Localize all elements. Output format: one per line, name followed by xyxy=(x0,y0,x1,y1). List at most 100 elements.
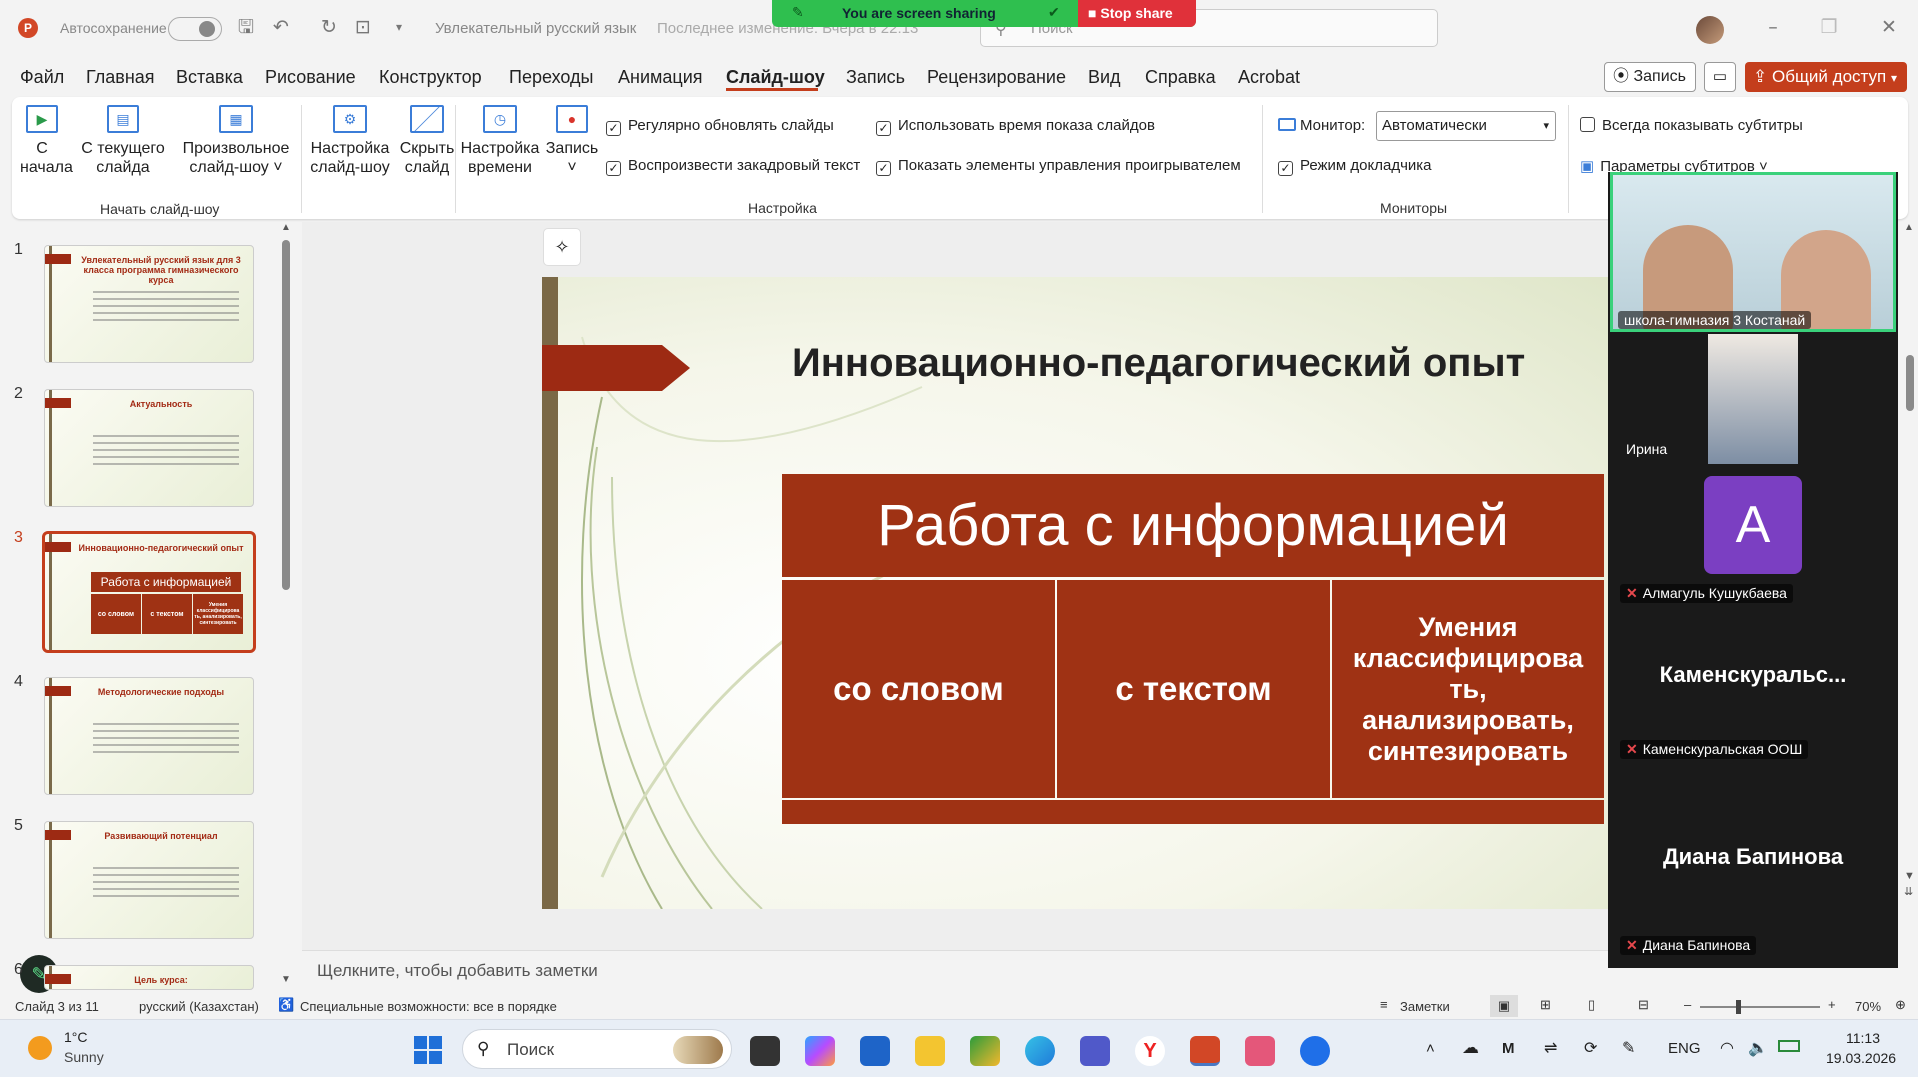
monitor-select[interactable]: Автоматически ▾ xyxy=(1376,111,1556,141)
clock-time[interactable]: 11:13 xyxy=(1846,1030,1880,1046)
user-avatar[interactable] xyxy=(1696,16,1724,44)
zoom-icon[interactable] xyxy=(1300,1036,1330,1066)
tray-app-icon[interactable]: M xyxy=(1502,1040,1515,1057)
normal-view-icon[interactable]: ▣ xyxy=(1490,995,1518,1017)
customize-icon[interactable]: ▾ xyxy=(388,16,410,38)
menu-1[interactable]: Главная xyxy=(86,67,155,88)
next-slide-icon[interactable]: ▼ xyxy=(1904,870,1915,882)
teams-icon[interactable] xyxy=(1080,1036,1110,1066)
notes-pane[interactable]: Щелкните, чтобы добавить заметки xyxy=(302,950,1608,992)
slide-thumbnail[interactable]: Увлекательный русский язык для 3 класса … xyxy=(44,245,254,363)
reading-view-icon[interactable]: ▯ xyxy=(1588,997,1595,1013)
file-explorer-icon[interactable] xyxy=(915,1036,945,1066)
menu-7[interactable]: Слайд-шоу xyxy=(726,67,825,88)
participant-tile-2[interactable]: Ирина xyxy=(1608,334,1898,464)
menu-5[interactable]: Переходы xyxy=(509,67,593,88)
slide-sorter-icon[interactable]: ⊞ xyxy=(1540,997,1551,1013)
menu-10[interactable]: Вид xyxy=(1088,67,1121,88)
edge-icon[interactable] xyxy=(1025,1036,1055,1066)
from-current-button[interactable]: ▤ С текущего слайда xyxy=(80,105,166,177)
taskbar-search[interactable]: ⚲ Поиск xyxy=(462,1029,732,1069)
pen-icon[interactable]: ✎ xyxy=(1622,1038,1635,1058)
present-icon[interactable]: ⊡ xyxy=(352,16,374,38)
zoom-in-icon[interactable]: + xyxy=(1828,997,1836,1012)
scroll-up-icon[interactable]: ▲ xyxy=(1904,222,1914,233)
minimize-icon[interactable]: – xyxy=(1762,16,1784,38)
fit-slide-icon[interactable]: ⊕ xyxy=(1895,997,1906,1013)
thumbnail-scrollbar[interactable] xyxy=(282,240,290,590)
snipping-tool-icon[interactable] xyxy=(1245,1036,1275,1066)
presenter-view-checkbox[interactable]: ✓ Режим докладчика xyxy=(1278,157,1432,176)
slide-thumbnail[interactable]: Актуальность xyxy=(44,389,254,507)
use-timings-checkbox[interactable]: ✓ Использовать время показа слайдов xyxy=(876,117,1155,136)
copilot-icon[interactable] xyxy=(805,1036,835,1066)
input-language[interactable]: ENG xyxy=(1668,1040,1701,1057)
maximize-icon[interactable]: ❐ xyxy=(1818,16,1840,38)
menu-3[interactable]: Рисование xyxy=(265,67,356,88)
stop-share-button[interactable]: ■ Stop share xyxy=(1078,0,1196,27)
wifi-icon[interactable]: ◠ xyxy=(1720,1038,1734,1058)
menu-6[interactable]: Анимация xyxy=(618,67,703,88)
battery-icon[interactable] xyxy=(1778,1040,1800,1052)
close-icon[interactable]: ✕ xyxy=(1878,16,1900,38)
custom-show-button[interactable]: ▦ Произвольное слайд-шоу ˅ xyxy=(180,105,292,177)
slide-thumbnail[interactable]: Инновационно-педагогический опыт Работа с… xyxy=(42,531,256,653)
menu-9[interactable]: Рецензирование xyxy=(927,67,1066,88)
zoom-slider[interactable] xyxy=(1700,1000,1820,1014)
slide-thumbnail[interactable]: Цель курса: xyxy=(44,965,254,990)
menu-2[interactable]: Вставка xyxy=(176,67,243,88)
setup-show-button[interactable]: ⚙ Настройка слайд-шоу xyxy=(308,105,392,177)
slide[interactable]: Инновационно-педагогический опыт Работа … xyxy=(542,277,1608,909)
hide-slide-button[interactable]: Скрыть слайд xyxy=(396,105,458,177)
redo-icon[interactable]: ↻ xyxy=(318,16,340,38)
participant-tile-4[interactable]: Каменскуральс... ✕ Каменскуральская ООШ xyxy=(1608,620,1898,778)
yandex-browser-icon[interactable]: Y xyxy=(1135,1036,1165,1066)
volume-icon[interactable]: 🔈 xyxy=(1748,1038,1768,1058)
weather-condition[interactable]: Sunny xyxy=(64,1049,104,1065)
chevron-up-icon[interactable]: ˄ xyxy=(1426,1040,1435,1057)
slide-col-1[interactable]: со словом xyxy=(782,580,1055,798)
participant-tile-5[interactable]: Диана Бапинова ✕ Диана Бапинова xyxy=(1608,778,1898,968)
from-start-button[interactable]: ▶ С начала xyxy=(20,105,73,177)
participant-tile-1[interactable]: школа-гимназия 3 Костанай xyxy=(1610,172,1896,332)
weather-temp[interactable]: 1°C xyxy=(64,1029,88,1045)
slide-thumbnail[interactable]: Развивающий потенциал xyxy=(44,821,254,939)
zoom-out-icon[interactable]: – xyxy=(1684,997,1691,1012)
menu-4[interactable]: Конструктор xyxy=(379,67,482,88)
slide-title[interactable]: Инновационно-педагогический опыт xyxy=(792,341,1525,386)
onedrive-icon[interactable]: ☁ xyxy=(1462,1038,1479,1058)
record-button[interactable]: ⦿ Запись xyxy=(1604,62,1696,92)
slide-col-2[interactable]: с текстом xyxy=(1057,580,1330,798)
save-icon[interactable]: 🖫 xyxy=(235,16,257,38)
slide-banner[interactable]: Работа с информацией xyxy=(782,474,1604,577)
microsoft-store-icon[interactable] xyxy=(860,1036,890,1066)
menu-12[interactable]: Acrobat xyxy=(1238,67,1300,88)
menu-0[interactable]: Файл xyxy=(20,67,64,88)
rehearse-timings-button[interactable]: ◷ Настройка времени xyxy=(460,105,540,177)
menu-8[interactable]: Запись xyxy=(846,67,905,88)
designer-button[interactable]: ✧ xyxy=(543,228,581,266)
start-button[interactable] xyxy=(414,1036,442,1064)
scroll-down-icon[interactable]: ▼ xyxy=(281,974,291,985)
zoom-level[interactable]: 70% xyxy=(1855,999,1881,1014)
powerpoint-taskbar-icon[interactable] xyxy=(1190,1036,1220,1066)
autosave-toggle[interactable] xyxy=(168,17,222,41)
scroll-up-icon[interactable]: ▲ xyxy=(281,222,291,233)
clock-date[interactable]: 19.03.2026 xyxy=(1826,1050,1896,1066)
maps-icon[interactable] xyxy=(970,1036,1000,1066)
notes-toggle[interactable]: Заметки xyxy=(1400,999,1450,1014)
slideshow-view-icon[interactable]: ⊟ xyxy=(1638,997,1649,1013)
participant-tile-3[interactable]: А ✕ Алмагуль Кушукбаева xyxy=(1608,464,1898,620)
accessibility-status[interactable]: Специальные возможности: все в порядке xyxy=(300,999,557,1014)
media-controls-checkbox[interactable]: ✓ Показать элементы управления проигрыват… xyxy=(876,157,1241,176)
record-slide-button[interactable]: ● Запись ˅ xyxy=(544,105,600,177)
update-slides-checkbox[interactable]: ✓ Регулярно обновлять слайды xyxy=(606,117,834,136)
comments-icon[interactable]: ▭ xyxy=(1704,62,1736,92)
slide-thumbnail[interactable]: Методологические подходы xyxy=(44,677,254,795)
tray-settings-icon[interactable]: ⇌ xyxy=(1544,1038,1557,1058)
menu-11[interactable]: Справка xyxy=(1145,67,1216,88)
slide-col-3[interactable]: Умения классифицирова ть, анализировать,… xyxy=(1332,580,1604,798)
subtitles-checkbox[interactable]: Всегда показывать субтитры xyxy=(1580,117,1803,134)
language-status[interactable]: русский (Казахстан) xyxy=(139,999,259,1014)
main-scrollbar[interactable] xyxy=(1906,355,1914,411)
